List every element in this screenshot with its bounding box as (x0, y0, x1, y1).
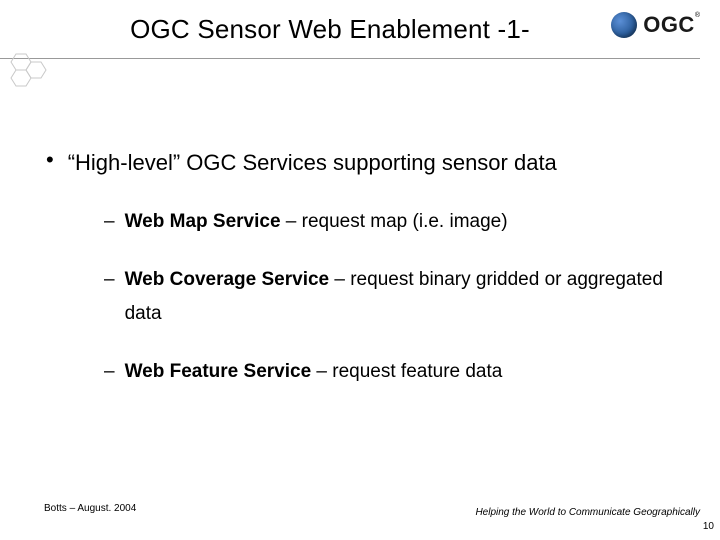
logo-registered: ® (695, 12, 700, 19)
sub-item-text: Web Map Service – request map (i.e. imag… (125, 205, 508, 239)
slide-body: • “High-level” OGC Services supporting s… (0, 45, 720, 389)
sub-item-text: Web Feature Service – request feature da… (125, 355, 503, 389)
bullet-marker: • (46, 149, 54, 171)
sub-item-bold: Web Coverage Service (125, 269, 330, 290)
bullet-main: • “High-level” OGC Services supporting s… (46, 149, 680, 177)
logo-text-wrap: OGC® (643, 12, 700, 38)
header-divider (0, 58, 700, 59)
footer-right: Helping the World to Communicate Geograp… (475, 507, 700, 518)
sub-item-rest: – request feature data (311, 361, 502, 382)
footer-left: Botts – August. 2004 (44, 503, 136, 514)
bullet-text: “High-level” OGC Services supporting sen… (68, 149, 557, 177)
globe-icon (611, 12, 637, 38)
dash-marker: – (104, 355, 115, 389)
sub-item-rest: – request map (i.e. image) (281, 211, 508, 232)
list-item: – Web Map Service – request map (i.e. im… (104, 205, 680, 239)
dash-marker: – (104, 263, 115, 297)
page-number: 10 (703, 521, 714, 532)
sub-item-bold: Web Feature Service (125, 361, 312, 382)
sub-item-bold: Web Map Service (125, 211, 281, 232)
sub-item-text: Web Coverage Service – request binary gr… (125, 263, 680, 331)
hexagon-decor-icon (0, 48, 70, 88)
dash-marker: – (104, 205, 115, 239)
sublist: – Web Map Service – request map (i.e. im… (104, 205, 680, 390)
slide: OGC Sensor Web Enablement -1- OGC® • “Hi… (0, 0, 720, 540)
ogc-logo: OGC® (611, 12, 700, 38)
list-item: – Web Feature Service – request feature … (104, 355, 680, 389)
header: OGC Sensor Web Enablement -1- OGC® (0, 0, 720, 45)
logo-text: OGC (643, 12, 695, 37)
list-item: – Web Coverage Service – request binary … (104, 263, 680, 331)
